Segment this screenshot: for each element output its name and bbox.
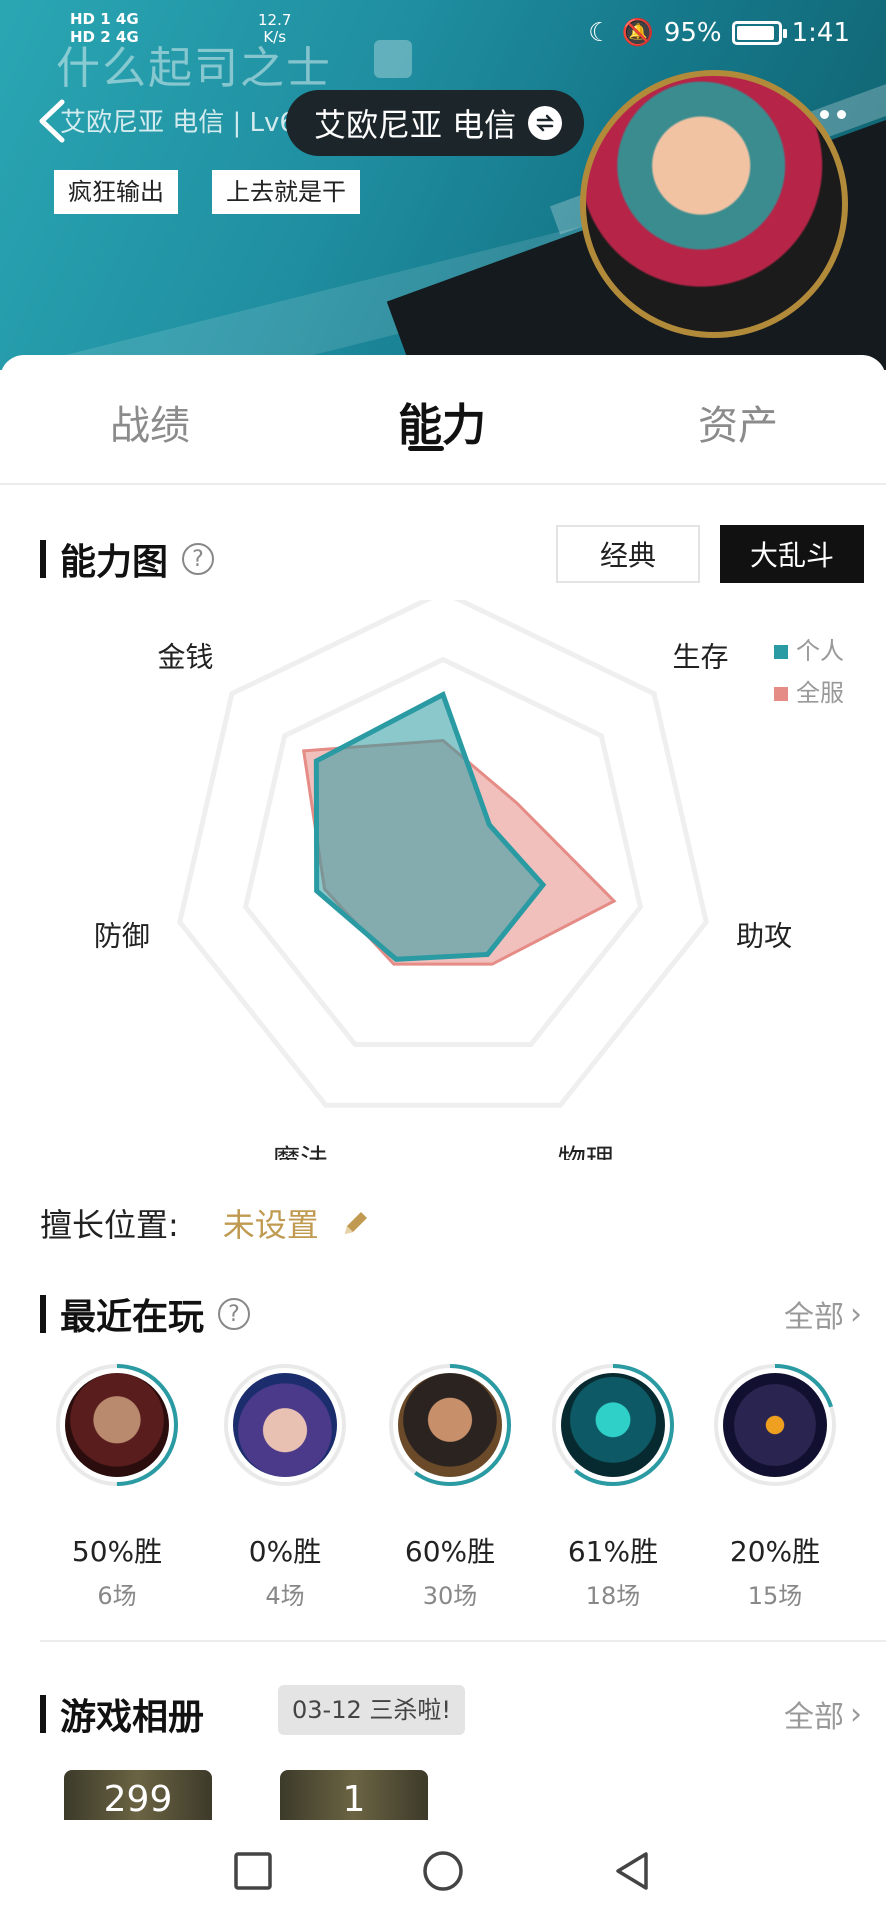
legend-server-label: 全服 [796,679,844,707]
tab-assets[interactable]: 资产 [698,393,778,451]
ability-radar-chart: 击杀生存助攻物理魔法防御金钱 [94,600,792,1160]
pencil-icon[interactable] [339,1206,373,1240]
title-bar [40,1295,46,1333]
radar-axis-label: 生存 [673,641,729,674]
back-icon[interactable] [608,1846,658,1896]
back-arrow-icon[interactable] [34,96,74,146]
legend-server: 全服 [774,672,844,714]
games-count-text: 15场 [747,1582,803,1610]
champion-portrait [723,1373,827,1477]
recent-section-title: 最近在玩 ? [40,1288,251,1340]
win-rate-ring [222,1362,348,1488]
games-count-text: 30场 [422,1582,478,1610]
album-tooltip[interactable]: 03-12 三杀啦! [278,1685,465,1735]
active-tab-indicator [408,446,444,451]
player-tag: 上去就是干 [212,170,360,214]
recent-apps-icon[interactable] [228,1846,278,1896]
radar-axis-label: 魔法 [272,1143,328,1160]
album-see-all-link[interactable]: 全部 › [784,1692,862,1736]
games-count-text: 6场 [97,1582,137,1610]
ability-section-title: 能力图 ? [40,533,215,585]
clock: 1:41 [791,18,850,48]
tab-bar: 战绩 能力 资产 [0,355,886,485]
swap-icon [528,106,563,140]
album-thumbnail[interactable]: 1 [280,1770,428,1822]
recent-champion-item[interactable]: 50%胜 6场 [54,1362,180,1611]
help-icon[interactable]: ? [182,543,215,575]
system-nav-bar [0,1820,886,1920]
ability-title-text: 能力图 [60,542,169,583]
radar-axis-label: 金钱 [157,641,213,674]
profile-banner: HD 1 4G HD 2 4G 12.7 K/s ☾ 🔕 95% 1:41 什么… [0,0,886,370]
win-rate-text: 20%胜 [729,1535,821,1568]
player-avatar[interactable] [580,70,848,338]
moon-icon: ☾ [588,18,612,48]
recent-title-text: 最近在玩 [60,1297,205,1338]
recent-champion-item[interactable]: 20%胜 15场 [712,1362,838,1611]
win-rate-text: 60%胜 [404,1535,496,1568]
games-count-text: 18场 [585,1582,641,1610]
preferred-position-row: 擅长位置: 未设置 [40,1200,373,1246]
title-bar [40,540,46,578]
see-all-label: 全部 [784,1700,844,1735]
player-name: 什么起司之士 [56,43,332,94]
legend-personal: 个人 [774,630,844,672]
player-tag: 疯狂输出 [54,170,178,214]
tab-ability[interactable]: 能力 [398,389,486,453]
search-icon[interactable] [374,40,412,78]
album-title-text: 游戏相册 [60,1697,205,1738]
radar-axis-label: 物理 [558,1143,614,1160]
recent-champion-item[interactable]: 0%胜 4场 [222,1362,348,1611]
chart-legend: 个人 全服 [774,630,844,714]
battery-icon [731,21,787,45]
app-screen: HD 1 4G HD 2 4G 12.7 K/s ☾ 🔕 95% 1:41 什么… [0,0,886,1920]
win-rate-text: 61%胜 [567,1535,659,1568]
status-right: ☾ 🔕 95% 1:41 [588,18,850,48]
album-thumbnail[interactable]: 299 [64,1770,212,1822]
battery-percent: 95% [663,18,722,48]
win-rate-text: 0%胜 [248,1535,322,1568]
server-level-info: 艾欧尼亚 电信 | Lv6 [60,108,296,138]
win-rate-ring [712,1362,838,1488]
signal-sim1: HD 1 4G [70,10,139,28]
position-label: 擅长位置: [40,1206,179,1244]
server-name: 艾欧尼亚 电信 [314,106,517,144]
network-speed-value: 12.7 [258,11,292,29]
recent-champion-item[interactable]: 61%胜 18场 [550,1362,676,1611]
mode-aram-button[interactable]: 大乱斗 [720,525,864,583]
title-bar [40,1695,46,1733]
win-rate-ring [550,1362,676,1488]
radar-axis-label: 助攻 [736,919,792,952]
mute-bell-icon: 🔕 [621,18,654,48]
tab-match-history[interactable]: 战绩 [110,393,190,451]
games-count-text: 4场 [265,1582,305,1610]
position-value[interactable]: 未设置 [223,1200,319,1246]
legend-swatch-personal [774,645,788,659]
legend-swatch-server [774,687,788,701]
album-section-title: 游戏相册 [40,1688,204,1740]
recent-see-all-link[interactable]: 全部 › [784,1292,862,1336]
legend-personal-label: 个人 [796,637,844,665]
mode-classic-button[interactable]: 经典 [556,525,700,583]
win-rate-ring [54,1362,180,1488]
win-rate-ring [387,1362,513,1488]
help-icon[interactable]: ? [218,1298,251,1330]
server-switch-button[interactable]: 艾欧尼亚 电信 [286,90,585,156]
see-all-label: 全部 [784,1300,844,1335]
champion-portrait [561,1373,665,1477]
champion-portrait [398,1373,502,1477]
chevron-right-icon: › [850,1296,862,1332]
champion-portrait [65,1373,169,1477]
home-icon[interactable] [418,1846,468,1896]
recent-champion-item[interactable]: 60%胜 30场 [387,1362,513,1611]
win-rate-text: 50%胜 [71,1535,163,1568]
section-divider [40,1640,886,1642]
chevron-right-icon: › [850,1696,862,1732]
radar-axis-label: 防御 [94,919,150,952]
champion-portrait [233,1373,337,1477]
